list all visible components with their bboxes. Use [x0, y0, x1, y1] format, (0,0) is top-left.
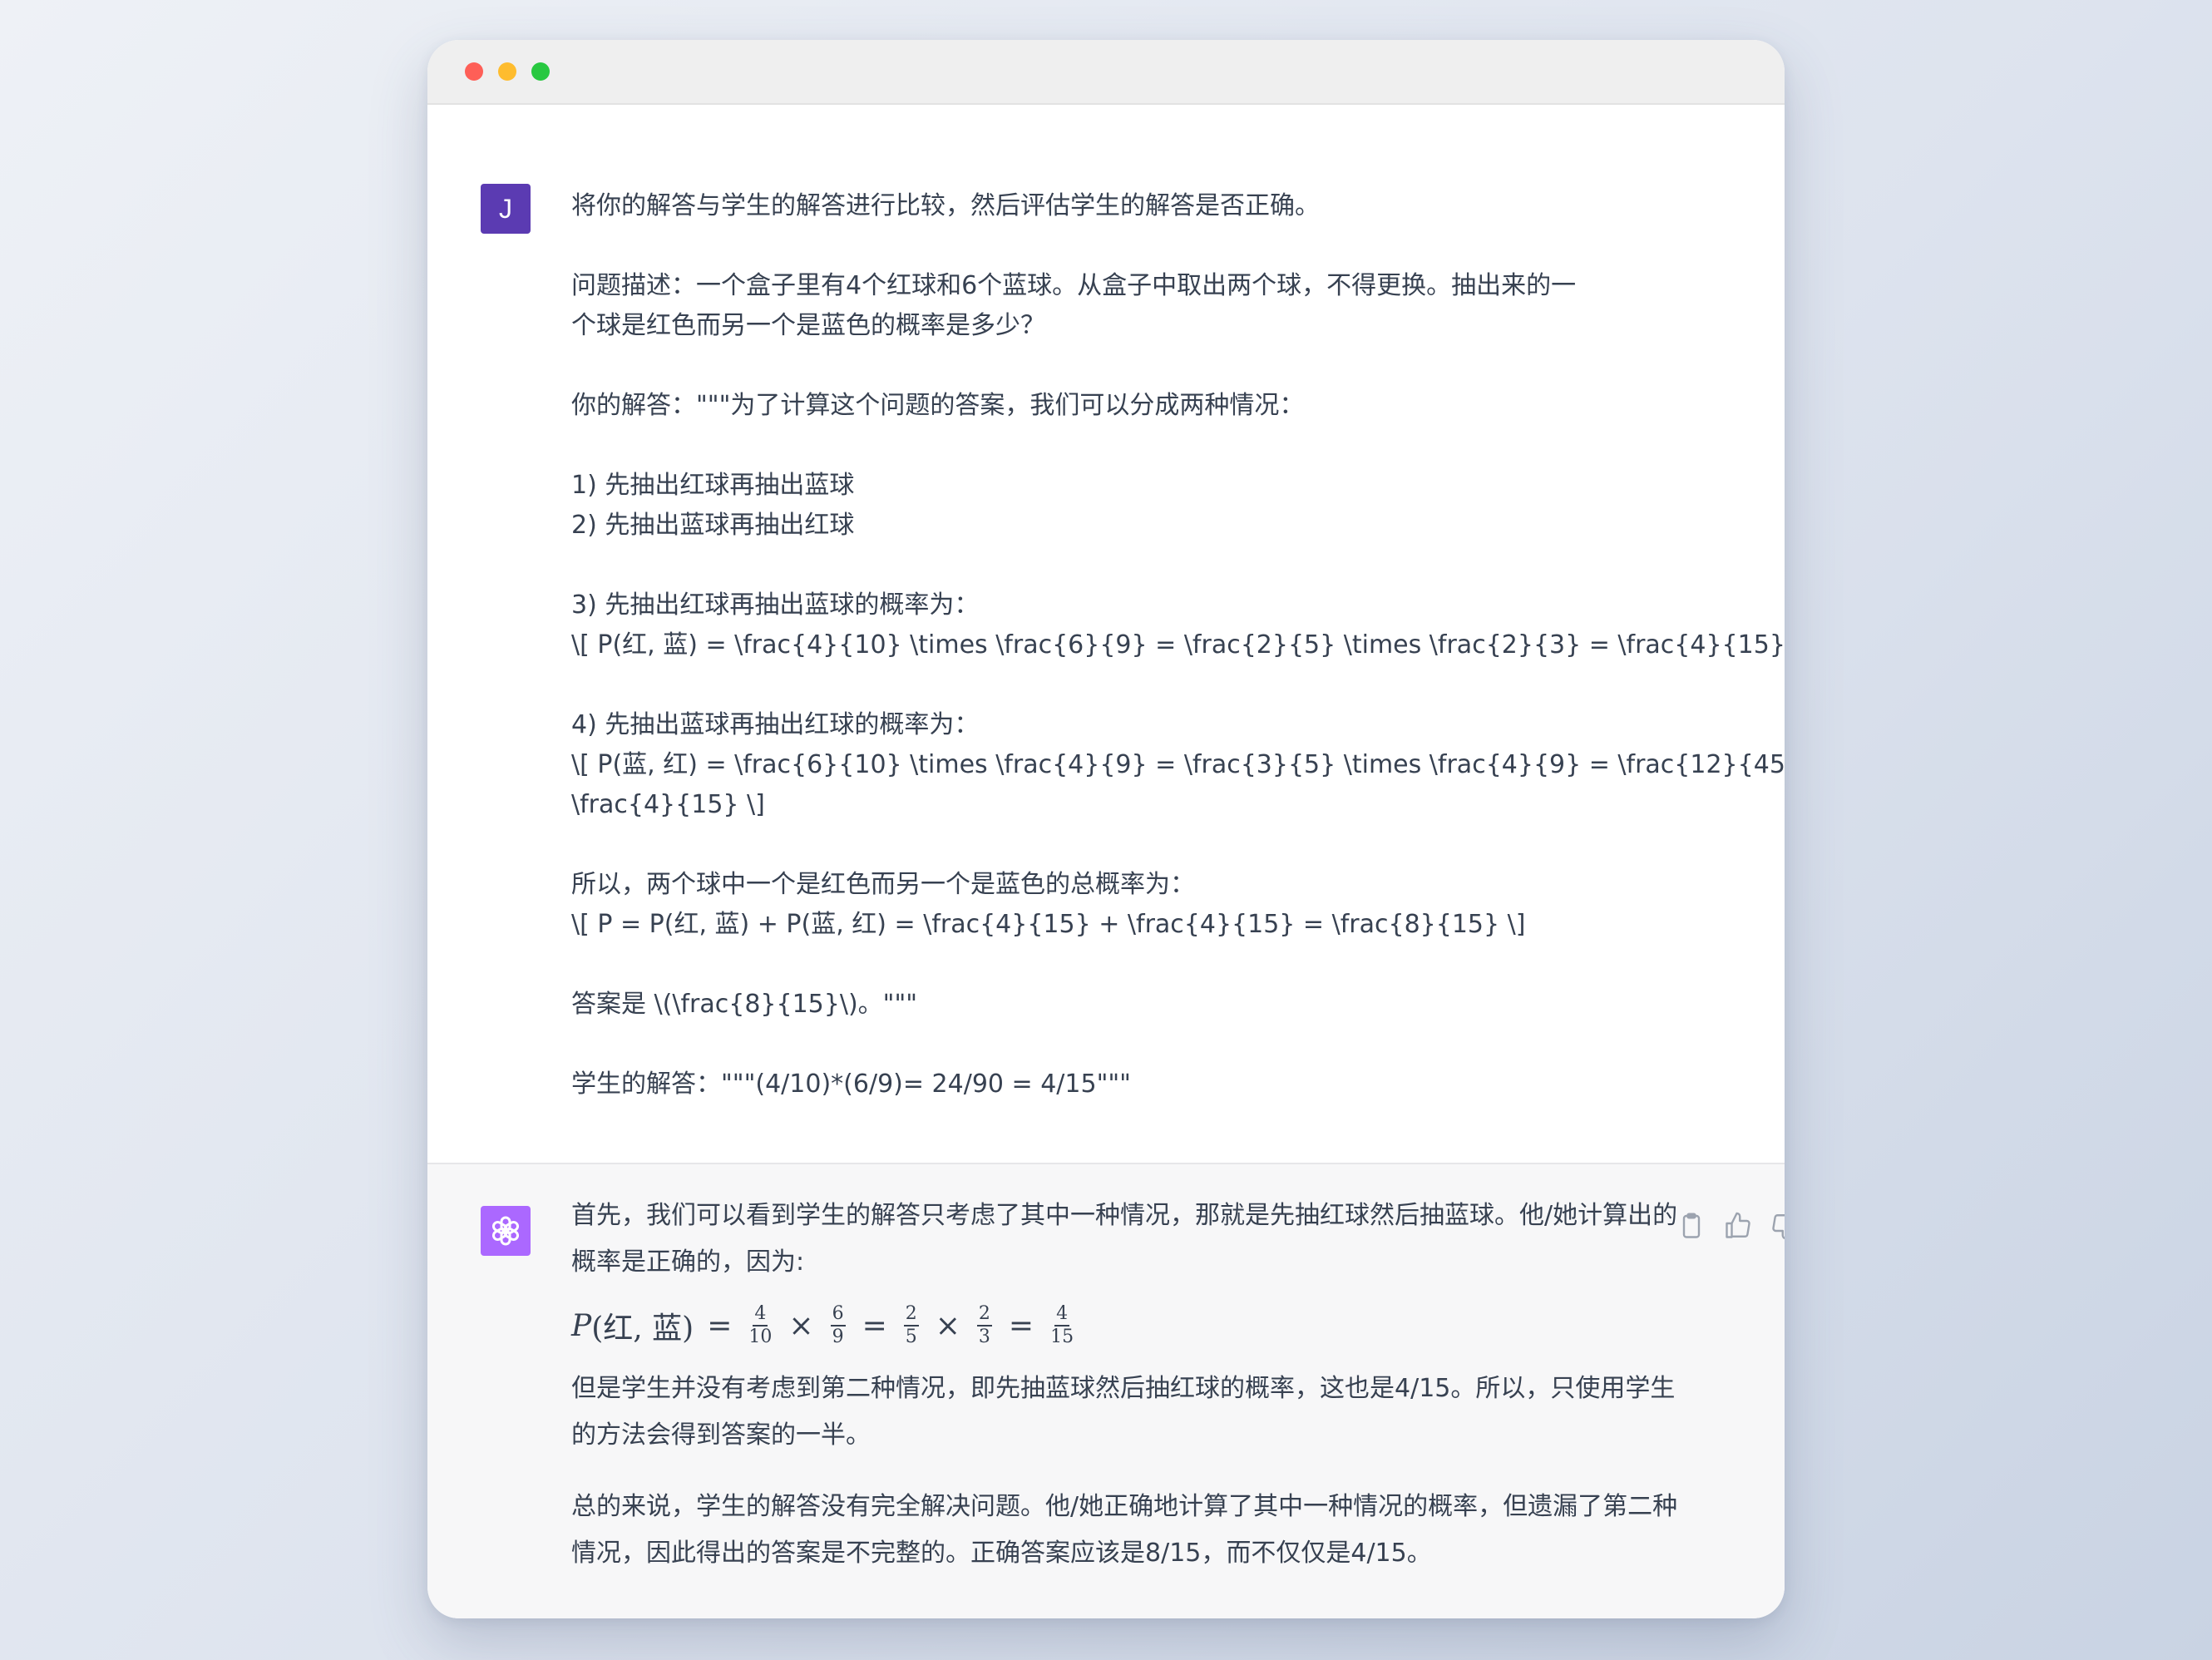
- assistant-message-block: 首先，我们可以看到学生的解答只考虑了其中一种情况，那就是先抽红球然后抽蓝球。他/…: [427, 1163, 1785, 1618]
- user-message-line: 将你的解答与学生的解答进行比较，然后评估学生的解答是否正确。: [571, 191, 1320, 220]
- formula-args: (红, 蓝): [591, 1312, 694, 1346]
- user-avatar: J: [481, 184, 531, 234]
- fraction-5: 4 15: [1050, 1305, 1074, 1346]
- openai-logo-icon: [491, 1216, 520, 1246]
- user-message-line: \[ P = P(红, 蓝) + P(蓝, 红) = \frac{4}{15} …: [571, 910, 1526, 939]
- fraction-2-denominator: 9: [832, 1327, 844, 1347]
- close-window-button[interactable]: [465, 62, 483, 81]
- fraction-4-denominator: 3: [978, 1327, 990, 1347]
- times-sign: ×: [935, 1308, 960, 1343]
- copy-icon[interactable]: [1676, 1211, 1706, 1241]
- thumbs-up-icon[interactable]: [1723, 1211, 1753, 1241]
- equals-sign: =: [862, 1308, 887, 1343]
- maximize-window-button[interactable]: [531, 62, 550, 81]
- fraction-3-numerator: 2: [903, 1305, 919, 1327]
- equals-sign: =: [707, 1308, 733, 1343]
- fraction-3: 2 5: [903, 1305, 919, 1347]
- fraction-4-numerator: 2: [976, 1305, 992, 1327]
- assistant-paragraph-2: 但是学生并没有考虑到第二种情况，即先抽蓝球然后抽红球的概率，这也是4/15。所以…: [571, 1374, 1676, 1450]
- fraction-1-denominator: 10: [748, 1327, 773, 1347]
- chat-window: J 将你的解答与学生的解答进行比较，然后评估学生的解答是否正确。问题描述：一个盒…: [427, 40, 1785, 1618]
- user-message-line: 3) 先抽出红球再抽出蓝球的概率为：: [571, 590, 980, 620]
- fraction-1-numerator: 4: [753, 1305, 768, 1327]
- user-message-line: \[ P(红, 蓝) = \frac{4}{10} \times \frac{6…: [571, 630, 1785, 660]
- user-message-line: 学生的解答："""(4/10)*(6/9)= 24/90 = 4/15""": [571, 1070, 1131, 1099]
- user-message-line: 个球是红色而另一个是蓝色的概率是多少？: [571, 311, 1045, 340]
- assistant-paragraph-3: 总的来说，学生的解答没有完全解决问题。他/她正确地计算了其中一种情况的概率，但遗…: [571, 1492, 1678, 1568]
- user-message-line: 2) 先抽出蓝球再抽出红球: [571, 511, 855, 540]
- fraction-2: 6 9: [830, 1305, 846, 1347]
- formula-lhs: P: [571, 1308, 592, 1343]
- fraction-3-denominator: 5: [905, 1327, 917, 1347]
- assistant-intro: 首先，我们可以看到学生的解答只考虑了其中一种情况，那就是先抽红球然后抽蓝球。他/…: [571, 1201, 1678, 1277]
- fraction-5-numerator: 4: [1054, 1305, 1070, 1327]
- assistant-message-text: 首先，我们可以看到学生的解答只考虑了其中一种情况，那就是先抽红球然后抽蓝球。他/…: [571, 1193, 1686, 1577]
- fraction-2-numerator: 6: [830, 1305, 846, 1327]
- user-message-block: J 将你的解答与学生的解答进行比较，然后评估学生的解答是否正确。问题描述：一个盒…: [427, 105, 1785, 1161]
- user-message-line: 所以，两个球中一个是红色而另一个是蓝色的总概率为：: [571, 870, 1195, 899]
- user-message-line: \[ P(蓝, 红) = \frac{6}{10} \times \frac{4…: [571, 750, 1785, 779]
- user-message-line: 答案是 \(\frac{8}{15}\)。""": [571, 990, 918, 1019]
- probability-formula: P (红, 蓝) = 4 10 × 6 9 = 2 5 × 2 3 = 4 15: [571, 1286, 1686, 1366]
- assistant-avatar: [481, 1206, 531, 1256]
- user-message-line: 问题描述：一个盒子里有4个红球和6个蓝球。从盒子中取出两个球，不得更换。抽出来的…: [571, 271, 1577, 300]
- user-message-line: \frac{4}{15} \]: [571, 790, 765, 819]
- window-titlebar: [427, 40, 1785, 105]
- fraction-1: 4 10: [748, 1305, 772, 1346]
- times-sign: ×: [788, 1308, 814, 1343]
- minimize-window-button[interactable]: [498, 62, 516, 81]
- message-actions: [1676, 1211, 1785, 1241]
- fraction-5-denominator: 15: [1050, 1327, 1074, 1347]
- thumbs-down-icon[interactable]: [1770, 1211, 1785, 1241]
- user-message-line: 1) 先抽出红球再抽出蓝球: [571, 471, 855, 500]
- user-message-line: 你的解答："""为了计算这个问题的答案，我们可以分成两种情况：: [571, 391, 1305, 420]
- user-message-text: 将你的解答与学生的解答进行比较，然后评估学生的解答是否正确。问题描述：一个盒子里…: [571, 186, 1785, 1104]
- fraction-4: 2 3: [976, 1305, 992, 1347]
- equals-sign: =: [1008, 1308, 1034, 1343]
- user-message-line: 4) 先抽出蓝球再抽出红球的概率为：: [571, 710, 980, 739]
- user-avatar-letter: J: [499, 193, 512, 224]
